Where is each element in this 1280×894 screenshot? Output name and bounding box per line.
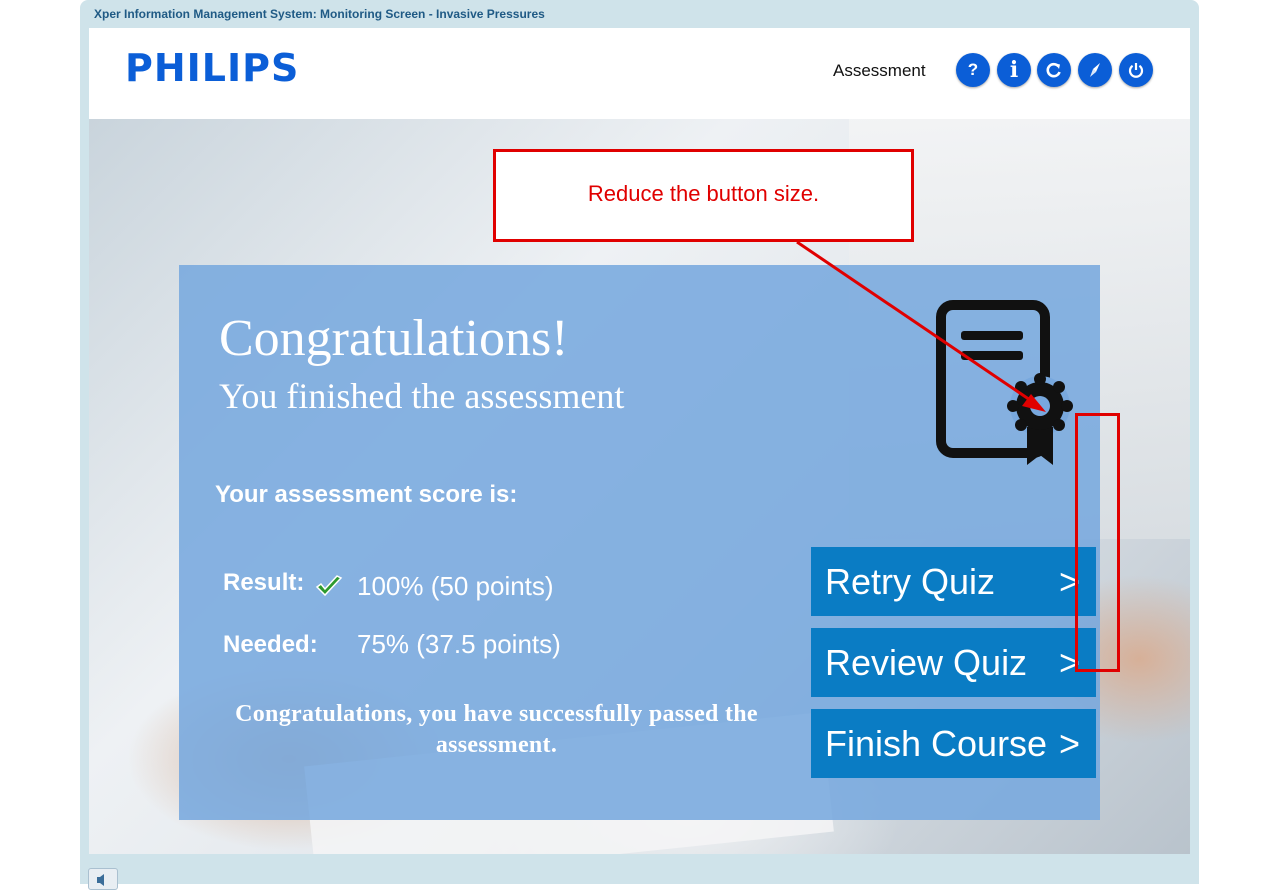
- review-callout: Reduce the button size.: [493, 149, 914, 242]
- congratulations-heading: Congratulations!: [219, 310, 569, 367]
- checkmark-icon: [315, 575, 343, 597]
- info-button[interactable]: i: [997, 53, 1031, 87]
- score-label: Your assessment score is:: [215, 481, 518, 508]
- refresh-icon: [1046, 62, 1061, 78]
- needed-label: Needed:: [223, 631, 318, 658]
- needed-value: 75% (37.5 points): [357, 629, 561, 659]
- chevron-right-icon: >: [1058, 722, 1080, 764]
- annotation-highlight-box: [1075, 413, 1120, 672]
- retry-quiz-button[interactable]: Retry Quiz >: [811, 547, 1096, 616]
- callout-text: Reduce the button size.: [587, 180, 820, 206]
- info-icon: i: [1009, 57, 1019, 83]
- header: PHILIPS Assessment ? i: [89, 28, 1190, 119]
- result-label: Result:: [223, 569, 305, 596]
- philips-logo: PHILIPS: [125, 46, 300, 90]
- result-panel: Congratulations! You finished the assess…: [179, 265, 1100, 820]
- retry-quiz-label: Retry Quiz: [825, 560, 996, 602]
- finish-course-label: Finish Course: [825, 722, 1048, 764]
- compass-icon: [1090, 63, 1100, 77]
- power-icon: [1128, 63, 1144, 78]
- pass-message: Congratulations, you have successfully p…: [235, 701, 758, 758]
- window-title: Xper Information Management System: Moni…: [94, 7, 545, 21]
- certificate-icon: [936, 300, 1073, 465]
- review-quiz-label: Review Quiz: [825, 641, 1028, 683]
- result-value: 100% (50 points): [357, 571, 554, 601]
- help-button[interactable]: ?: [956, 53, 990, 87]
- section-title: Assessment: [833, 61, 926, 80]
- speaker-icon: [97, 874, 104, 886]
- exit-button[interactable]: [1119, 53, 1153, 87]
- review-quiz-button[interactable]: Review Quiz >: [811, 628, 1096, 697]
- finished-subheading: You finished the assessment: [219, 376, 625, 416]
- finish-course-button[interactable]: Finish Course >: [811, 709, 1096, 778]
- audio-toggle[interactable]: [88, 868, 118, 890]
- question-icon: ?: [967, 60, 979, 79]
- refresh-button[interactable]: [1037, 53, 1071, 87]
- navigate-button[interactable]: [1078, 53, 1112, 87]
